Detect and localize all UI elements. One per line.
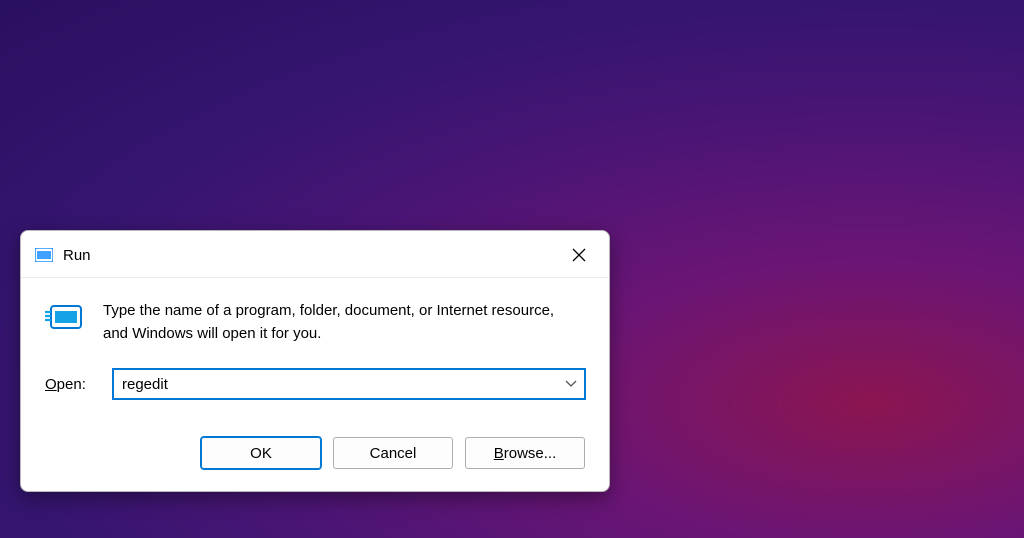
dialog-body: Type the name of a program, folder, docu… [21,278,609,437]
titlebar: Run [21,231,609,278]
instruction-text: Type the name of a program, folder, docu… [103,300,585,345]
ok-button[interactable]: OK [201,437,321,469]
ok-label: OK [250,445,272,462]
close-button[interactable] [565,241,593,269]
open-label: Open: [45,376,95,393]
open-combobox[interactable] [113,369,585,399]
browse-label: Browse... [494,445,557,462]
dialog-title: Run [63,247,91,264]
run-dialog: Run Type the name of a program, folder, … [20,230,610,492]
instruction-row: Type the name of a program, folder, docu… [45,300,585,345]
run-body-icon [45,302,85,334]
open-input[interactable] [113,369,585,399]
cancel-label: Cancel [370,445,417,462]
run-title-icon [35,246,53,264]
titlebar-left: Run [35,246,91,264]
cancel-button[interactable]: Cancel [333,437,453,469]
close-icon [572,248,586,262]
open-row: Open: [45,369,585,399]
browse-button[interactable]: Browse... [465,437,585,469]
button-row: OK Cancel Browse... [21,437,609,491]
